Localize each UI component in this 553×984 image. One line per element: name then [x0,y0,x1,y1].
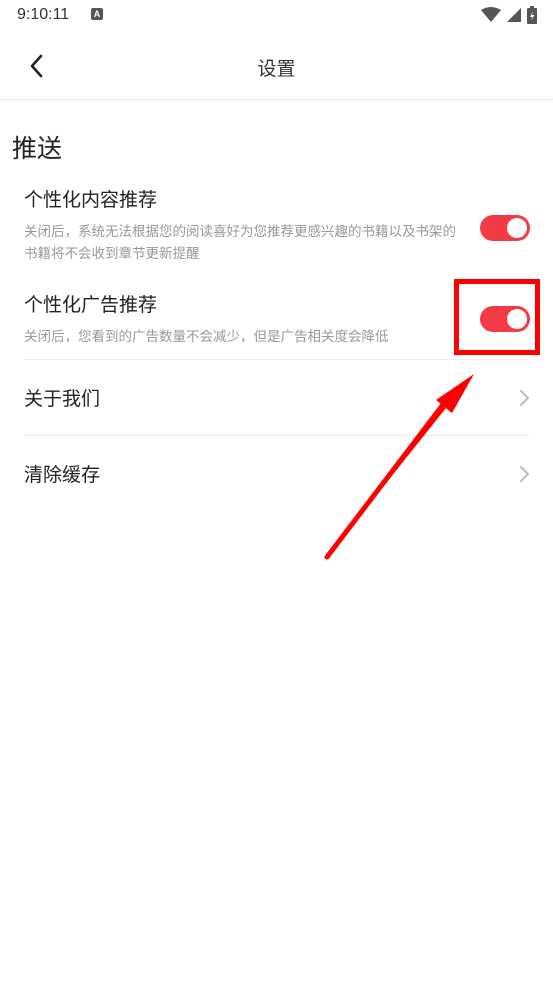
setting-description: 关闭后，您看到的广告数量不会减少，但是广告相关度会降低 [24,329,389,345]
section-title: 推送 [12,134,63,163]
status-icons [481,6,537,24]
toggle-knob [507,218,527,238]
setting-title: 个性化广告推荐 [24,294,158,316]
page-title: 设置 [257,58,296,80]
signal-icon [507,8,521,22]
personalized-ads-toggle[interactable] [480,306,530,332]
chevron-right-icon [520,390,529,406]
setting-row-personalized-ads: 个性化广告推荐 关闭后，您看到的广告数量不会减少，但是广告相关度会降低 [24,292,530,348]
battery-icon [527,6,537,24]
toggle-knob [507,309,527,329]
setting-title: 个性化内容推荐 [24,189,158,211]
about-us-row[interactable]: 关于我们 [0,362,553,432]
clear-cache-label: 清除缓存 [24,464,101,486]
divider [24,435,529,436]
setting-row-personalized-content: 个性化内容推荐 关闭后，系统无法根据您的阅读喜好为您推荐更感兴趣的书籍以及书架的… [24,187,530,265]
divider [24,359,529,360]
nav-bar: 设置 [0,32,553,100]
wifi-icon [481,7,501,22]
chevron-right-icon [520,466,529,482]
status-bar: 9:10:11 A [0,0,553,32]
app-notification-icon: A [91,8,103,20]
about-us-label: 关于我们 [24,388,101,410]
personalized-content-toggle[interactable] [480,215,530,241]
setting-description: 关闭后，系统无法根据您的阅读喜好为您推荐更感兴趣的书籍以及书架的书籍将不会收到章… [24,224,456,262]
status-time: 9:10:11 [17,6,70,23]
clear-cache-row[interactable]: 清除缓存 [0,438,553,508]
